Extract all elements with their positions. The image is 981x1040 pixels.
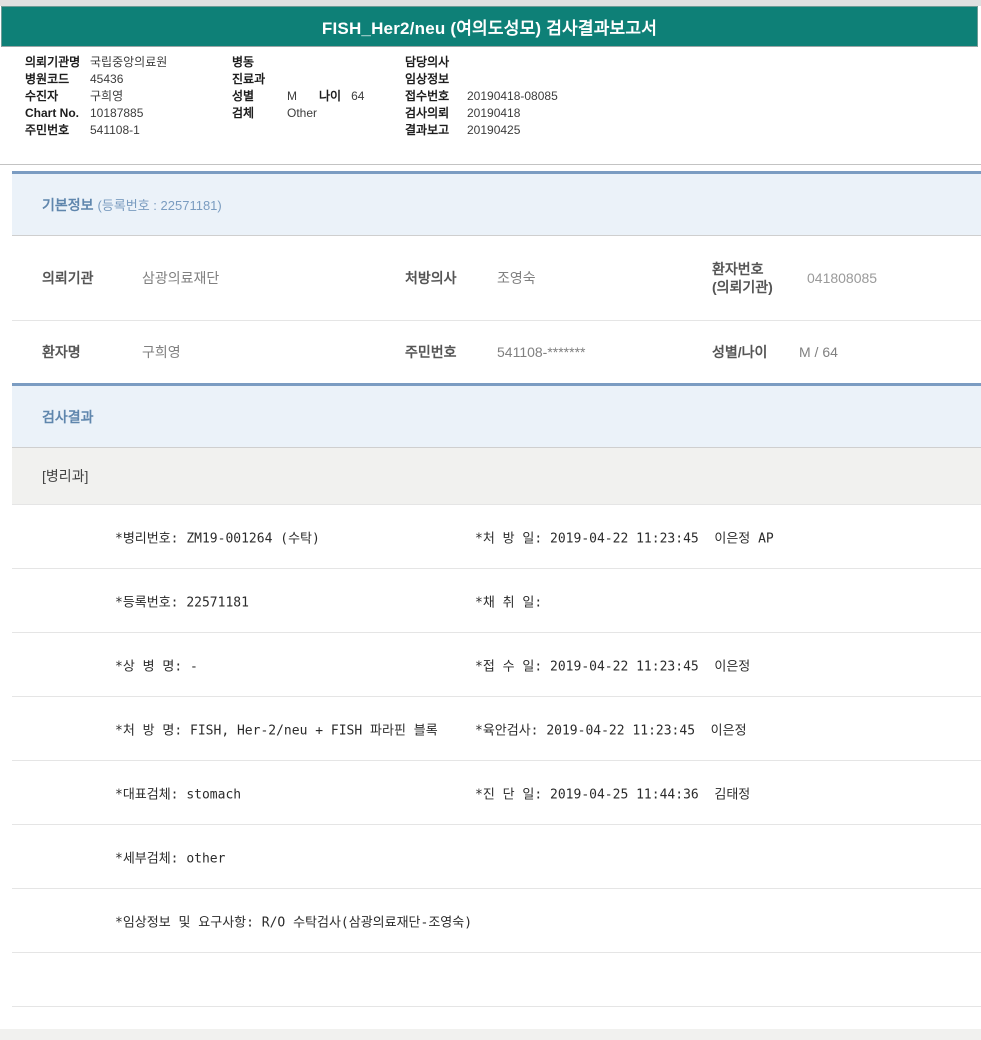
basic-info-section-title: 기본정보 xyxy=(42,195,94,215)
bottom-bar xyxy=(0,1029,981,1040)
empty-row xyxy=(12,953,981,1006)
field-result-report-date: 결과보고 20190425 xyxy=(405,122,725,139)
field-receipt-no: 접수번호 20190418-08085 xyxy=(405,88,725,105)
value-resident-no: 541108-******* xyxy=(497,344,585,360)
value-patient-name: 구희영 xyxy=(142,342,181,362)
field-clinical-info: 임상정보 xyxy=(405,71,725,88)
label-sex-age: 성별/나이 xyxy=(712,342,767,362)
field-sex-age: 성별 M 나이 64 xyxy=(232,88,402,105)
label-prescribing-doctor: 처방의사 xyxy=(405,268,457,288)
field-test-request-date: 검사의뢰 20190418 xyxy=(405,105,725,122)
results-section-title: 검사결과 xyxy=(42,407,94,427)
detail-row-primary-specimen: *대표검체: stomach *진 단 일: 2019-04-25 11:44:… xyxy=(12,761,981,824)
patient-header-middle-column: 병동 진료과 성별 M 나이 64 검체 Other xyxy=(232,54,402,122)
divider xyxy=(12,1006,981,1007)
field-requesting-org: 의뢰기관명 국립중앙의료원 xyxy=(25,54,230,71)
value-prescribing-doctor: 조영숙 xyxy=(497,268,536,288)
label-requesting-org: 의뢰기관 xyxy=(42,268,94,288)
detail-row-diagnosis-name: *상 병 명: - *접 수 일: 2019-04-22 11:23:45 이은… xyxy=(12,633,981,696)
field-specimen: 검체 Other xyxy=(232,105,402,122)
value-sex-age: M / 64 xyxy=(799,344,838,360)
header-divider xyxy=(0,164,981,165)
patient-header-right-column: 담당의사 임상정보 접수번호 20190418-08085 검사의뢰 20190… xyxy=(405,54,725,139)
field-chart-no: Chart No. 10187885 xyxy=(25,105,230,122)
detail-row-pathology-no: *병리번호: ZM19-001264 (수탁) *처 방 일: 2019-04-… xyxy=(12,505,981,568)
basic-info-registration-no: (등록번호 : 22571181) xyxy=(98,195,222,214)
department-label: [병리과] xyxy=(42,466,88,486)
field-ward: 병동 xyxy=(232,54,402,71)
basic-info-row-1: 의뢰기관 삼광의료재단 처방의사 조영숙 환자번호 (의뢰기관) 0418080… xyxy=(12,236,981,320)
field-department: 진료과 xyxy=(232,71,402,88)
value-patient-no: 041808085 xyxy=(807,270,877,286)
basic-info-section-header: 기본정보 (등록번호 : 22571181) xyxy=(12,171,981,235)
value-requesting-org: 삼광의료재단 xyxy=(142,268,219,288)
report-title-bar: FISH_Her2/neu (여의도성모) 검사결과보고서 xyxy=(1,6,978,47)
detail-row-prescription-name: *처 방 명: FISH, Her-2/neu + FISH 파라핀 블록 *육… xyxy=(12,697,981,760)
detail-row-sub-specimen: *세부검체: other xyxy=(12,825,981,888)
label-patient-no: 환자번호 (의뢰기관) xyxy=(712,260,773,296)
results-section-header: 검사결과 xyxy=(12,383,981,447)
field-examinee: 수진자 구희영 xyxy=(25,88,230,105)
detail-row-clinical-info-request: *임상정보 및 요구사항: R/O 수탁검사(삼광의료재단-조영숙) xyxy=(12,889,981,952)
report-page: FISH_Her2/neu (여의도성모) 검사결과보고서 의뢰기관명 국립중앙… xyxy=(0,0,981,1040)
department-row: [병리과] xyxy=(12,448,981,504)
label-patient-name: 환자명 xyxy=(42,342,81,362)
basic-info-row-2: 환자명 구희영 주민번호 541108-******* 성별/나이 M / 64 xyxy=(12,321,981,383)
report-title: FISH_Her2/neu (여의도성모) 검사결과보고서 xyxy=(322,14,657,39)
detail-row-registration-no: *등록번호: 22571181 *채 취 일: xyxy=(12,569,981,632)
field-hospital-code: 병원코드 45436 xyxy=(25,71,230,88)
field-resident-no: 주민번호 541108-1 xyxy=(25,122,230,139)
patient-header: 의뢰기관명 국립중앙의료원 병원코드 45436 수진자 구희영 Chart N… xyxy=(0,47,981,164)
patient-header-left-column: 의뢰기관명 국립중앙의료원 병원코드 45436 수진자 구희영 Chart N… xyxy=(25,54,230,139)
label-resident-no: 주민번호 xyxy=(405,342,457,362)
report-body: 기본정보 (등록번호 : 22571181) 의뢰기관 삼광의료재단 처방의사 … xyxy=(12,171,981,1007)
field-attending-doctor: 담당의사 xyxy=(405,54,725,71)
